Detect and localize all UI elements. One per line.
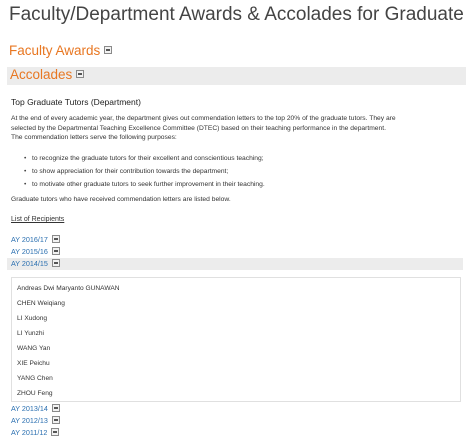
year-label: AY 2015/16 (11, 247, 48, 256)
year-toggle-2015-16[interactable]: AY 2015/16 (11, 246, 463, 258)
recipient-name: Andreas Dwi Maryanto GUNAWAN (17, 285, 120, 292)
recipient-name: WANG Yan (17, 345, 51, 352)
recipient-name: YANG Chen (17, 375, 53, 382)
page-title: Faculty/Department Awards & Accolades fo… (9, 4, 464, 25)
purpose-item: to recognize the graduate tutors for the… (24, 152, 265, 165)
expand-icon (51, 416, 60, 425)
section-heading: Top Graduate Tutors (Department) (11, 97, 141, 107)
recipient-name: XIE Peichu (17, 360, 50, 367)
year-label: AY 2013/14 (11, 404, 48, 413)
year-list-older: AY 2013/14 AY 2012/13 AY 2011/12 (11, 403, 60, 439)
year-label: AY 2012/13 (11, 416, 48, 425)
intro-line: selected by the Departmental Teaching Ex… (11, 124, 386, 132)
faculty-awards-label: Faculty Awards (9, 43, 101, 58)
year-toggle-2013-14[interactable]: AY 2013/14 (11, 403, 60, 415)
collapse-icon (51, 259, 60, 268)
purpose-item: to motivate other graduate tutors to see… (24, 178, 265, 191)
recipient-name: ZHOU Feng (17, 390, 53, 397)
year-list: AY 2016/17 AY 2015/16 AY 2014/15 (7, 234, 463, 270)
expand-icon (51, 247, 60, 256)
year-label: AY 2016/17 (11, 235, 48, 244)
year-toggle-2016-17[interactable]: AY 2016/17 (11, 234, 463, 246)
recipient-name: LI Xudong (17, 315, 48, 322)
expand-icon (51, 428, 60, 437)
purpose-list: to recognize the graduate tutors for the… (24, 152, 265, 191)
accolades-label: Accolades (10, 67, 73, 82)
faculty-awards-toggle[interactable]: Faculty Awards (9, 43, 113, 58)
recipient-name: CHEN Weiqiang (17, 300, 65, 307)
page: Faculty/Department Awards & Accolades fo… (0, 0, 473, 441)
intro-line: At the end of every academic year, the d… (11, 115, 396, 122)
expand-icon (51, 235, 60, 244)
year-label: AY 2014/15 (11, 259, 48, 268)
year-toggle-2012-13[interactable]: AY 2012/13 (11, 415, 60, 427)
list-of-recipients-link[interactable]: List of Recipients (11, 216, 64, 223)
year-toggle-2014-15[interactable]: AY 2014/15 (7, 258, 463, 270)
intro-line: The commendation letters serve the follo… (11, 134, 177, 142)
year-toggle-2011-12[interactable]: AY 2011/12 (11, 427, 60, 439)
recipient-name: LI Yunzhi (17, 330, 45, 337)
expand-icon (51, 404, 60, 413)
listed-below-text: Graduate tutors who have received commen… (11, 196, 231, 203)
collapse-icon (76, 70, 85, 79)
intro-paragraph: At the end of every academic year, the d… (11, 114, 463, 143)
accolades-header[interactable]: Accolades (7, 67, 466, 85)
recipient-panel: Andreas Dwi Maryanto GUNAWAN CHEN Weiqia… (11, 277, 461, 402)
year-label: AY 2011/12 (11, 428, 48, 437)
purpose-item: to show appreciation for their contribut… (24, 165, 265, 178)
expand-icon (104, 46, 113, 55)
